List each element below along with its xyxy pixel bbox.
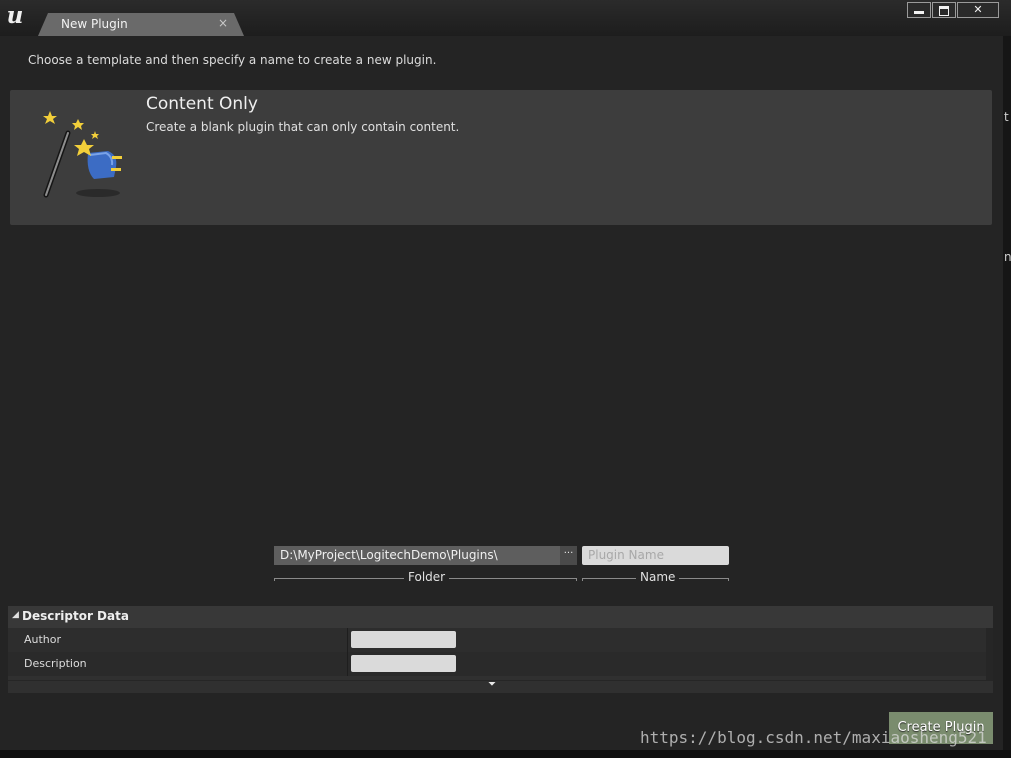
browse-folder-button[interactable]: ··· [560, 546, 577, 565]
tab-label: New Plugin [61, 17, 128, 31]
tab-new-plugin[interactable]: New Plugin × [38, 13, 244, 36]
descriptor-row-author: Author [8, 628, 986, 652]
template-description: Create a blank plugin that can only cont… [146, 120, 460, 134]
descriptor-row-description: Description [8, 652, 986, 676]
plugin-name-placeholder: Plugin Name [588, 548, 664, 562]
watermark-text: https://blog.csdn.net/maxiaosheng521 [640, 728, 987, 747]
descriptor-title: Descriptor Data [22, 609, 129, 623]
column-divider[interactable] [347, 652, 348, 676]
close-button[interactable]: ✕ [957, 2, 999, 18]
template-title: Content Only [146, 94, 258, 114]
expand-advanced-icon[interactable]: ⏷ [488, 679, 496, 690]
name-caption: Name [636, 570, 680, 584]
description-label: Description [24, 657, 87, 670]
plugin-name-input[interactable]: Plugin Name [582, 546, 729, 565]
folder-path-input[interactable]: D:\MyProject\LogitechDemo\Plugins\ [274, 546, 560, 565]
descriptor-header[interactable]: ◢ Descriptor Data [8, 606, 993, 628]
unreal-logo-icon: u [6, 2, 24, 29]
author-label: Author [24, 633, 62, 646]
maximize-icon [939, 6, 949, 16]
window-edge [1003, 36, 1011, 758]
wand-plugin-icon [43, 111, 122, 198]
bottom-edge [0, 750, 1011, 758]
column-divider[interactable] [347, 628, 348, 652]
maximize-button[interactable] [932, 2, 956, 18]
instruction-text: Choose a template and then specify a nam… [28, 53, 437, 67]
folder-caption: Folder [404, 570, 450, 584]
descriptor-data-section: ◢ Descriptor Data Author Description ⏷ [8, 606, 993, 693]
author-input[interactable] [351, 631, 456, 648]
tab-close-icon[interactable]: × [218, 16, 228, 30]
descriptor-scrollbar[interactable] [986, 628, 993, 680]
descriptor-footer: ⏷ [8, 679, 993, 693]
collapse-triangle-icon: ◢ [12, 610, 19, 620]
title-bar: u New Plugin × ✕ [0, 0, 1011, 36]
edge-glyph: t [1004, 110, 1009, 124]
window-controls: ✕ [907, 2, 999, 18]
minimize-icon [914, 11, 924, 14]
close-icon: ✕ [973, 3, 983, 16]
edge-glyph: n [1004, 250, 1011, 264]
description-input[interactable] [351, 655, 456, 672]
minimize-button[interactable] [907, 2, 931, 18]
template-content-only[interactable]: Content Only Create a blank plugin that … [10, 90, 992, 225]
